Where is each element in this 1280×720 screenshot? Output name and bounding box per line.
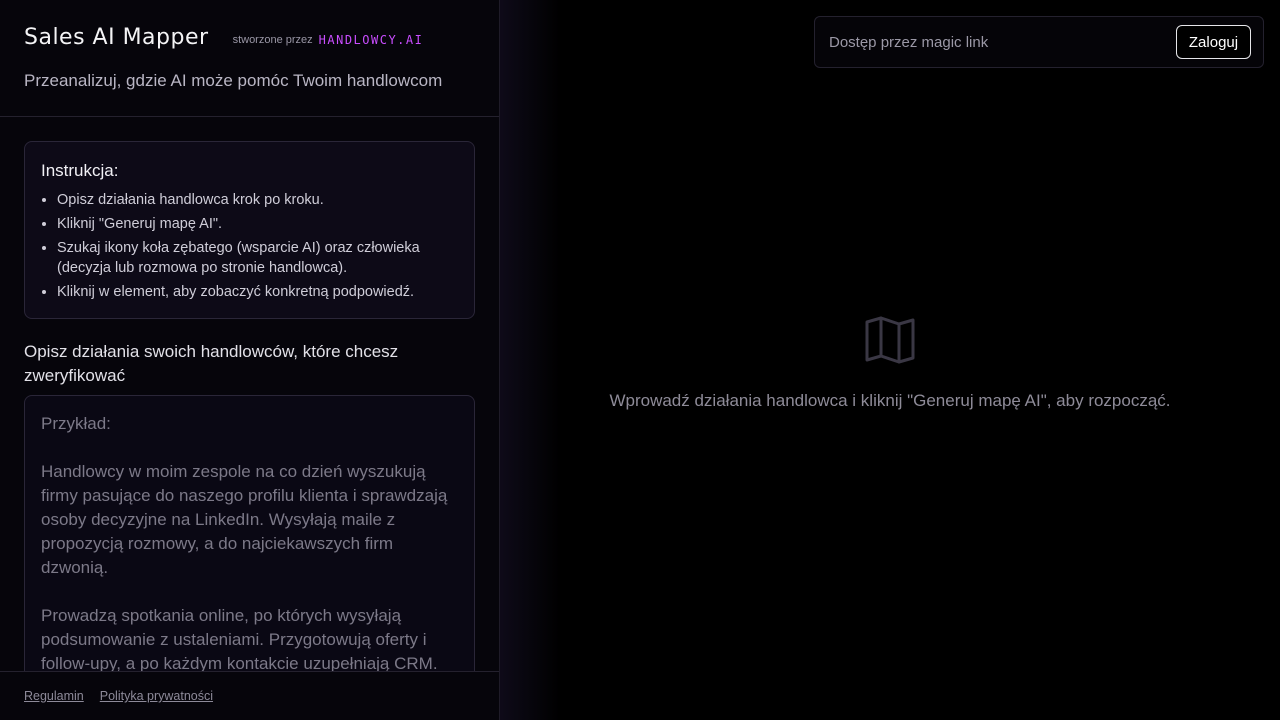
- left-panel: Sales AI Mapper stworzone przez HANDLOWC…: [0, 0, 500, 720]
- magic-link-input[interactable]: [827, 32, 1176, 52]
- description-textarea[interactable]: [25, 396, 474, 694]
- app-title: Sales AI Mapper: [24, 25, 209, 50]
- empty-state-text: Wprowadź działania handlowca i kliknij "…: [609, 391, 1171, 410]
- page-subtitle: Przeanalizuj, gdzie AI może pomóc Twoim …: [24, 71, 443, 90]
- instruction-item: Szukaj ikony koła zębatego (wsparcie AI)…: [57, 238, 458, 278]
- map-icon: [864, 316, 916, 364]
- instructions-title: Instrukcja:: [41, 161, 119, 180]
- app-root: Sales AI Mapper stworzone przez HANDLOWC…: [0, 0, 1280, 720]
- header: Sales AI Mapper stworzone przez HANDLOWC…: [0, 0, 499, 117]
- brand-row: Sales AI Mapper stworzone przez HANDLOWC…: [24, 24, 423, 52]
- description-label: Opisz działania swoich handlowców, które…: [24, 342, 399, 385]
- instructions-box: Instrukcja: Opisz działania handlowca kr…: [24, 141, 475, 319]
- login-button[interactable]: Zaloguj: [1176, 25, 1251, 59]
- brand-link[interactable]: HANDLOWCY.AI: [319, 30, 424, 52]
- privacy-link[interactable]: Polityka prywatności: [100, 689, 213, 703]
- footer: Regulamin Polityka prywatności: [0, 671, 499, 720]
- description-field-wrapper: [24, 395, 475, 695]
- right-panel: Zaloguj Wprowadź działania handlowca i k…: [500, 0, 1280, 720]
- instruction-item: Kliknij "Generuj mapę AI".: [57, 214, 458, 234]
- instructions-list: Opisz działania handlowca krok po kroku.…: [41, 190, 458, 302]
- terms-link[interactable]: Regulamin: [24, 689, 84, 703]
- empty-state: Wprowadź działania handlowca i kliknij "…: [500, 316, 1280, 413]
- instruction-item: Opisz działania handlowca krok po kroku.: [57, 190, 458, 210]
- created-by-label: stworzone przez: [232, 34, 313, 46]
- instruction-item: Kliknij w element, aby zobaczyć konkretn…: [57, 282, 458, 302]
- auth-box: Zaloguj: [814, 16, 1264, 68]
